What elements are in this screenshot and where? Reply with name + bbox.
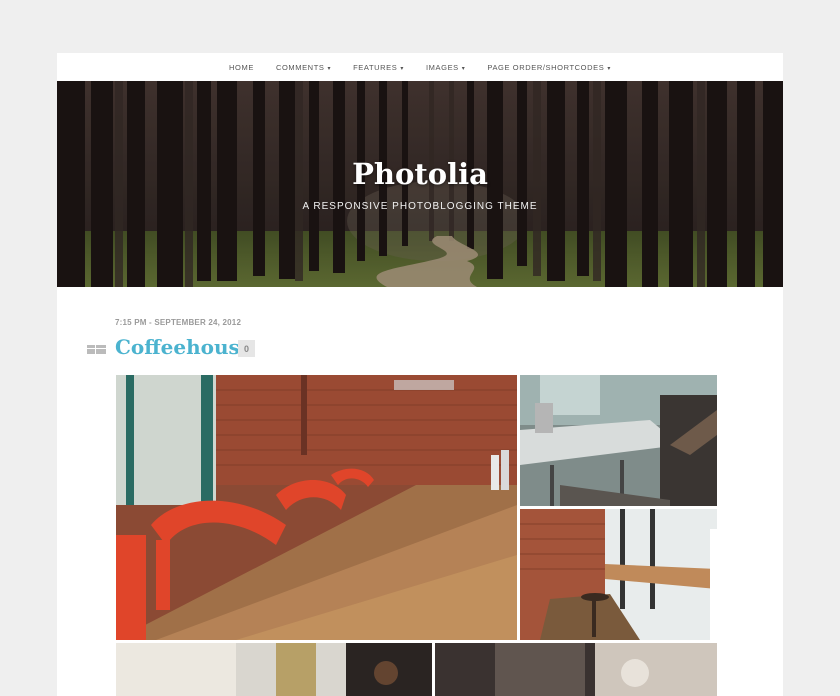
caret-down-icon: ▾ bbox=[607, 65, 611, 72]
post-title-link[interactable]: Coffeehouse bbox=[115, 335, 253, 359]
page-container: HOME COMMENTS ▾ FEATURES ▾ IMAGES ▾ PAGE OR… bbox=[57, 53, 783, 696]
site-tagline: A RESPONSIVE PHOTOBLOGGING THEME bbox=[302, 201, 538, 212]
nav-item-home[interactable]: HOME bbox=[218, 63, 265, 72]
caret-down-icon: ▾ bbox=[327, 65, 332, 72]
caret-down-icon: ▾ bbox=[461, 65, 466, 72]
post-date: 7:15 PM - SEPTEMBER 24, 2012 bbox=[115, 318, 242, 327]
nav-item-features[interactable]: FEATURES ▾ bbox=[342, 63, 415, 72]
gallery-format-icon bbox=[87, 345, 106, 354]
blurred-cafe-image bbox=[435, 643, 717, 696]
site-title[interactable]: Photolia bbox=[57, 157, 783, 191]
caret-down-icon: ▾ bbox=[400, 65, 404, 72]
cafe-table-image bbox=[116, 375, 517, 640]
gallery-image-window-counter[interactable] bbox=[520, 509, 717, 640]
main-navigation: HOME COMMENTS ▾ FEATURES ▾ IMAGES ▾ PAGE OR… bbox=[57, 53, 783, 81]
nav-item-images[interactable]: IMAGES ▾ bbox=[415, 63, 476, 72]
gallery-image-outdoor-table[interactable] bbox=[520, 375, 717, 506]
window-counter-image bbox=[520, 509, 717, 640]
nav-item-comments[interactable]: COMMENTS ▾ bbox=[265, 63, 342, 72]
gallery-image-blurred-cafe[interactable] bbox=[435, 643, 717, 696]
outdoor-table-image bbox=[520, 375, 717, 506]
blurred-interior-image bbox=[116, 643, 432, 696]
header-image: Photolia A RESPONSIVE PHOTOBLOGGING THEM… bbox=[57, 81, 783, 287]
nav-item-page-order-shortcodes[interactable]: PAGE ORDER/SHORTCODES ▾ bbox=[476, 63, 622, 72]
comment-count-badge[interactable]: 0 bbox=[238, 340, 255, 357]
gallery-image-blurred-interior[interactable] bbox=[116, 643, 432, 696]
gallery-image-cafe-table[interactable] bbox=[116, 375, 517, 640]
